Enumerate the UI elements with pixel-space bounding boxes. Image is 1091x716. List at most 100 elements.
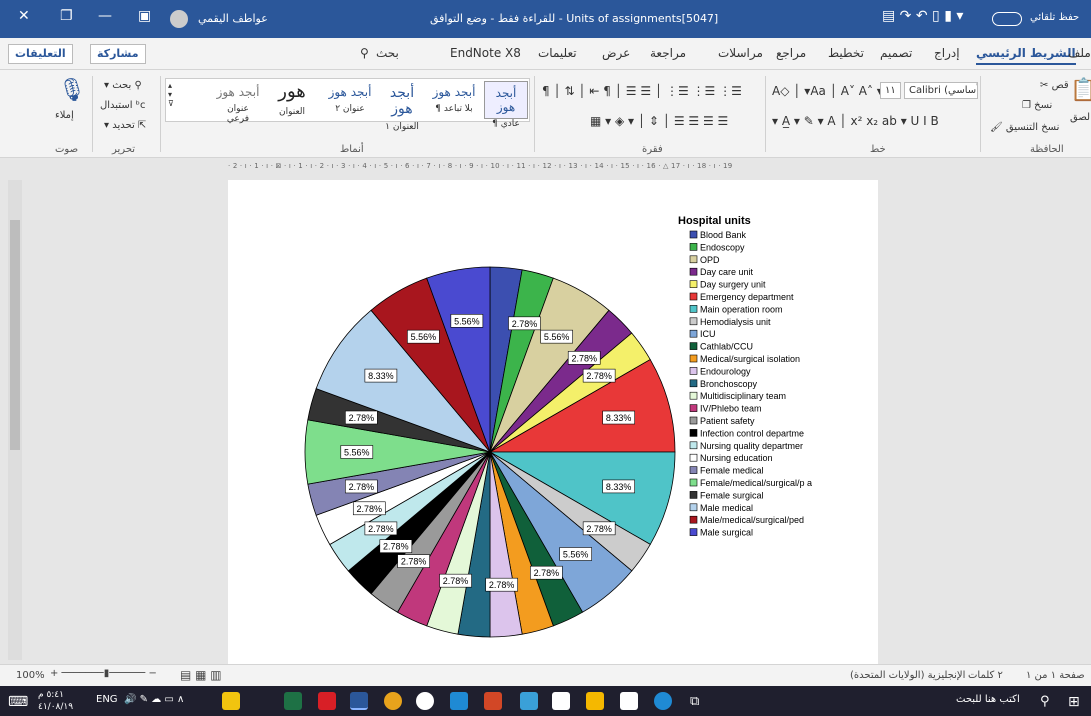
style-title[interactable]: هور العنوان (270, 81, 314, 119)
paste-icon[interactable]: 📋 (1070, 78, 1091, 103)
autosave-toggle[interactable] (992, 12, 1022, 26)
windows-start-icon[interactable]: ⊞ (1068, 694, 1080, 710)
tab-search[interactable]: بحث (376, 46, 399, 60)
excel-icon[interactable] (284, 692, 302, 710)
font-size-select[interactable]: ١١ (880, 82, 901, 99)
edge-icon[interactable] (654, 692, 672, 710)
file-explorer-icon[interactable] (586, 692, 604, 710)
find-button[interactable]: ▾ بحث ⚲ (104, 80, 142, 91)
tab-references[interactable]: مراجع (776, 46, 806, 60)
style-heading-1[interactable]: أبجد هوز العنوان ١ (380, 81, 424, 132)
tab-endnote[interactable]: EndNote X8 (450, 46, 521, 60)
tab-help[interactable]: تعليمات (538, 46, 577, 60)
style-heading-2[interactable]: أبجد هوز عنوان ٢ (328, 81, 372, 119)
legend-item: Female surgical (700, 490, 764, 500)
legend-item: Day care unit (700, 267, 754, 277)
font-tools-row1[interactable]: A◇ │ ▾Aa │ A˅ A˄ ▾ (772, 84, 883, 98)
legend-swatch (689, 280, 698, 288)
style-normal[interactable]: أبجد هوز ¶ عادي (484, 81, 528, 129)
powerpoint-icon[interactable] (484, 692, 502, 710)
tab-home[interactable]: الشريط الرئيسي (976, 46, 1076, 65)
task-view-icon[interactable]: ⧉ (690, 694, 699, 709)
select-button[interactable]: ▾ تحديد ⇱ (104, 120, 146, 131)
replace-button[interactable]: استبدال ᵇc (100, 100, 145, 111)
app-icon[interactable] (520, 692, 538, 710)
acrobat-icon[interactable] (318, 692, 336, 710)
tray-icons[interactable]: 🔊 ✎ ☁ ▭ ∧ (124, 694, 184, 705)
tab-insert[interactable]: إدراج (934, 46, 960, 60)
divider (160, 76, 161, 152)
slice-label: 2.78% (349, 482, 375, 492)
share-button[interactable]: مشاركة (90, 44, 146, 64)
legend-swatch (689, 305, 698, 313)
search-icon[interactable]: ⚲ (1040, 694, 1050, 709)
slice-label: 2.78% (586, 524, 612, 534)
language-indicator[interactable]: الإنجليزية (الولايات المتحدة) (850, 670, 965, 681)
replace-label: استبدال (100, 100, 133, 111)
chrome-icon[interactable] (384, 692, 402, 710)
date: ٤١/٠٨/١٩ (38, 702, 74, 712)
taskbar-search[interactable]: اكتب هنا للبحث (956, 694, 1020, 705)
user-name: عواطف اليقمي (198, 12, 268, 25)
tab-layout[interactable]: تخطيط (828, 46, 864, 60)
tab-review[interactable]: مراجعة (650, 46, 686, 60)
help-icon[interactable] (222, 692, 240, 710)
legend-item: Medical/surgical isolation (700, 354, 800, 364)
format-painter-button[interactable]: 🖌 نسخ التنسيق (990, 122, 1059, 133)
copy-button[interactable]: ❐ نسخ (1022, 100, 1052, 111)
tab-mailings[interactable]: مراسلات (718, 46, 763, 60)
zoom-level[interactable]: 100% (16, 670, 45, 681)
store-icon[interactable] (620, 692, 638, 710)
pie-chart[interactable]: 2.78%5.56%2.78%2.78%8.33%8.33%2.78%5.56%… (228, 180, 878, 666)
minimize-icon[interactable]: — (98, 8, 112, 24)
restore-icon[interactable]: ❐ (60, 8, 73, 24)
vertical-scrollbar[interactable] (8, 180, 22, 660)
time: ٥:٤١ م (38, 690, 64, 700)
document-page[interactable]: 2.78% 5.56% 2.78% 2.78% 8.33% 8.33% 2.78% 5.56%… (228, 180, 878, 666)
comments-button[interactable]: التعليقات (8, 44, 73, 64)
horizontal-ruler[interactable]: · 2 · ı · 1 · ı · ⊠ · ı · 1 · ı · 2 · ı … (228, 162, 878, 178)
input-language[interactable]: ENG (96, 694, 118, 705)
legend-item: OPD (700, 255, 720, 265)
keyboard-icon[interactable]: ⌨ (8, 694, 28, 710)
tab-view[interactable]: عرض (602, 46, 630, 60)
dictate-label[interactable]: إملاء (55, 110, 74, 121)
cut-button[interactable]: ✂ قص (1040, 80, 1069, 91)
word-icon[interactable] (350, 692, 368, 710)
font-name-select[interactable]: Calibri (أساسي) (904, 82, 978, 99)
slice-label: 5.56% (563, 549, 589, 559)
word-count[interactable]: ٢ كلمات (968, 670, 1003, 681)
font-tools-row2[interactable]: ▾ A̲ ▾ ✎ ▾ A │ x² x₂ ab ▾ U I B (772, 114, 939, 128)
style-sample: أبجد هوز (495, 86, 517, 114)
find-label: بحث (112, 80, 132, 91)
slice-label: 2.78% (512, 319, 538, 329)
paragraph-tools[interactable]: ¶ │ ⇅ │ ⇤ ¶ │ ☰ ☰ │ ⋮☰ ⋮☰ ⋮☰ (542, 84, 742, 98)
translator-icon[interactable] (416, 692, 434, 710)
ribbon-display-icon[interactable]: ▣ (138, 8, 151, 24)
scroll-thumb[interactable] (10, 220, 20, 450)
legend-swatch (689, 367, 698, 375)
avatar[interactable] (170, 10, 188, 28)
status-bar: 100% + ───────▮────── − ▤ ▦ ▥ الإنجليزية… (0, 664, 1091, 686)
style-subtitle[interactable]: أبجد هوز عنوان فرعي (216, 81, 260, 124)
quick-access-icons[interactable]: ▾ ▮ ▯ ↶ ↷ ▤ (882, 8, 963, 24)
mail-icon[interactable] (450, 692, 468, 710)
tab-file[interactable]: ملف (1068, 46, 1091, 60)
view-icons[interactable]: ▤ ▦ ▥ (180, 668, 222, 682)
tab-design[interactable]: تصميم (880, 46, 912, 60)
legend-swatch (689, 515, 698, 524)
style-sample: هور (278, 81, 306, 102)
zoom-slider[interactable]: + ───────▮────── − (50, 668, 157, 679)
gallery-scroll-icon[interactable]: ▴ ▾ ⊽ (168, 81, 174, 108)
legend-swatch (689, 292, 698, 301)
close-icon[interactable]: ✕ (18, 8, 30, 24)
legend-item: Multidisciplinary team (700, 391, 786, 401)
clock[interactable]: ٥:٤١ م ٤١/٠٨/١٩ (38, 689, 73, 713)
search-icon[interactable]: ⚲ (360, 46, 369, 60)
page-indicator[interactable]: صفحة ١ من ١ (1026, 670, 1085, 681)
amazon-icon[interactable] (552, 692, 570, 710)
paste-label[interactable]: لصق (1070, 112, 1090, 123)
microphone-icon[interactable]: 🎙 (58, 78, 86, 103)
style-no-spacing[interactable]: أبجد هوز ¶ بلا تباعد (432, 81, 476, 119)
alignment-tools[interactable]: ▦ ▾ ◈ ▾ │ ⇕ │ ☰ ☰ ☰ ☰ (590, 114, 728, 128)
